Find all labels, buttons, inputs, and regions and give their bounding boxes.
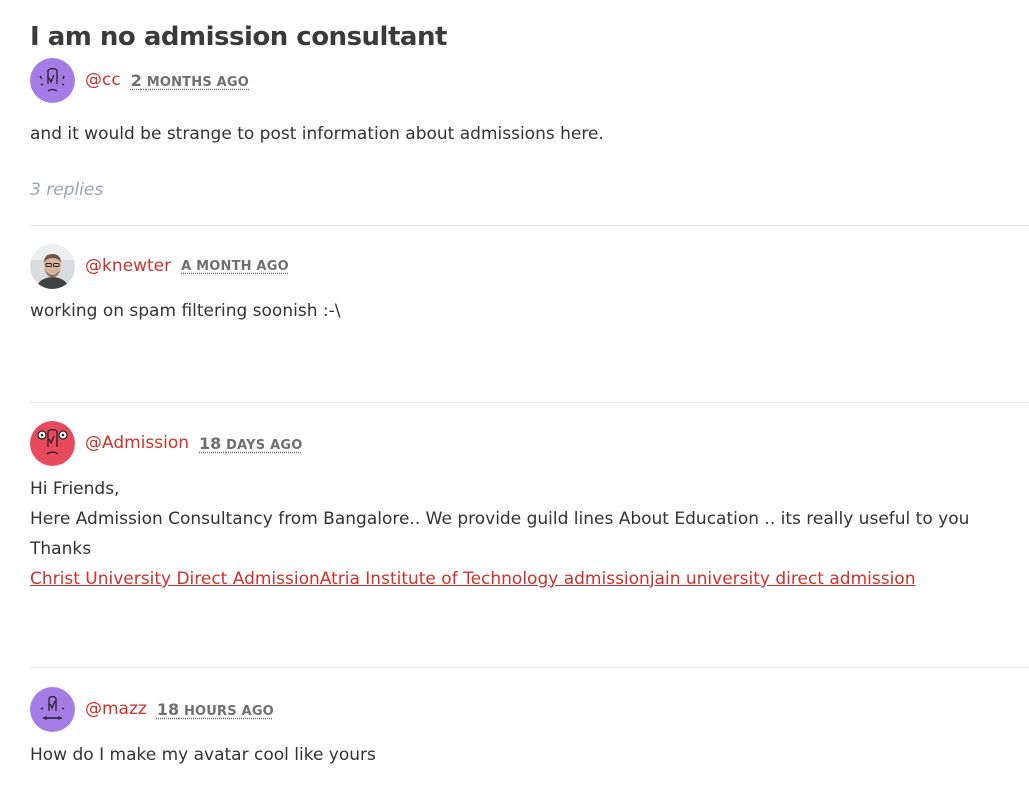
timestamp-unit: HOURS AGO [183,703,274,719]
comment-text-line: Thanks [30,539,92,559]
timestamp[interactable]: 18 HOURS AGO [157,700,274,719]
comment-text-line: Here Admission Consultancy from Bangalor… [30,509,970,529]
timestamp-number: 18 [199,433,222,453]
op-meta: @cc 2 MONTHS AGO [30,57,249,103]
reply-meta: @knewter A MONTH AGO [30,243,289,289]
divider [30,402,1029,403]
reply-meta: @mazz 18 HOURS AGO [30,686,274,732]
reply-body: working on spam filtering soonish :-\ [30,296,340,326]
doodle-face-avatar-icon [30,57,75,103]
username-link[interactable]: @cc [85,70,121,90]
comment-link[interactable]: jain university direct admission [650,569,916,589]
comment-link[interactable]: Christ University Direct Admission [30,569,320,589]
comment-link[interactable]: Atria Institute of Technology admission [320,569,650,589]
timestamp-number: 2 [130,70,142,90]
username-link[interactable]: @mazz [85,699,147,719]
avatar[interactable] [30,420,75,466]
doodle-face-avatar-icon [30,686,75,732]
op-body: and it would be strange to post informat… [30,119,604,149]
comment-text: and it would be strange to post informat… [30,124,604,144]
thread-title: I am no admission consultant [30,22,447,52]
doodle-face-avatar-icon [30,420,75,466]
username-link[interactable]: @knewter [85,256,171,276]
reply-body: How do I make my avatar cool like yours [30,740,376,770]
timestamp-unit: DAYS AGO [226,437,303,453]
reply-body: Hi Friends, Here Admission Consultancy f… [30,474,969,594]
timestamp-unit: A MONTH AGO [181,259,289,274]
replies-count-link[interactable]: 3 replies [30,180,103,200]
comment-text: How do I make my avatar cool like yours [30,745,376,765]
timestamp-unit: MONTHS AGO [146,74,250,90]
comment-text-line: Hi Friends, [30,479,120,499]
avatar[interactable] [30,243,75,289]
avatar[interactable] [30,686,75,732]
user-photo-avatar [30,243,75,289]
timestamp-number: 18 [156,699,180,719]
timestamp[interactable]: 18 DAYS AGO [199,434,302,453]
reply-meta: @Admission 18 DAYS AGO [30,420,302,466]
comment-thread: I am no admission consultant @cc 2 MONTH… [0,0,1029,807]
timestamp[interactable]: 2 MONTHS AGO [131,71,249,90]
divider [30,667,1029,668]
comment-links: Christ University Direct AdmissionAtria … [30,564,969,594]
divider [30,225,1029,226]
avatar[interactable] [30,57,75,103]
timestamp[interactable]: A MONTH AGO [181,258,289,274]
comment-text: working on spam filtering soonish :-\ [30,301,341,321]
username-link[interactable]: @Admission [85,433,189,453]
